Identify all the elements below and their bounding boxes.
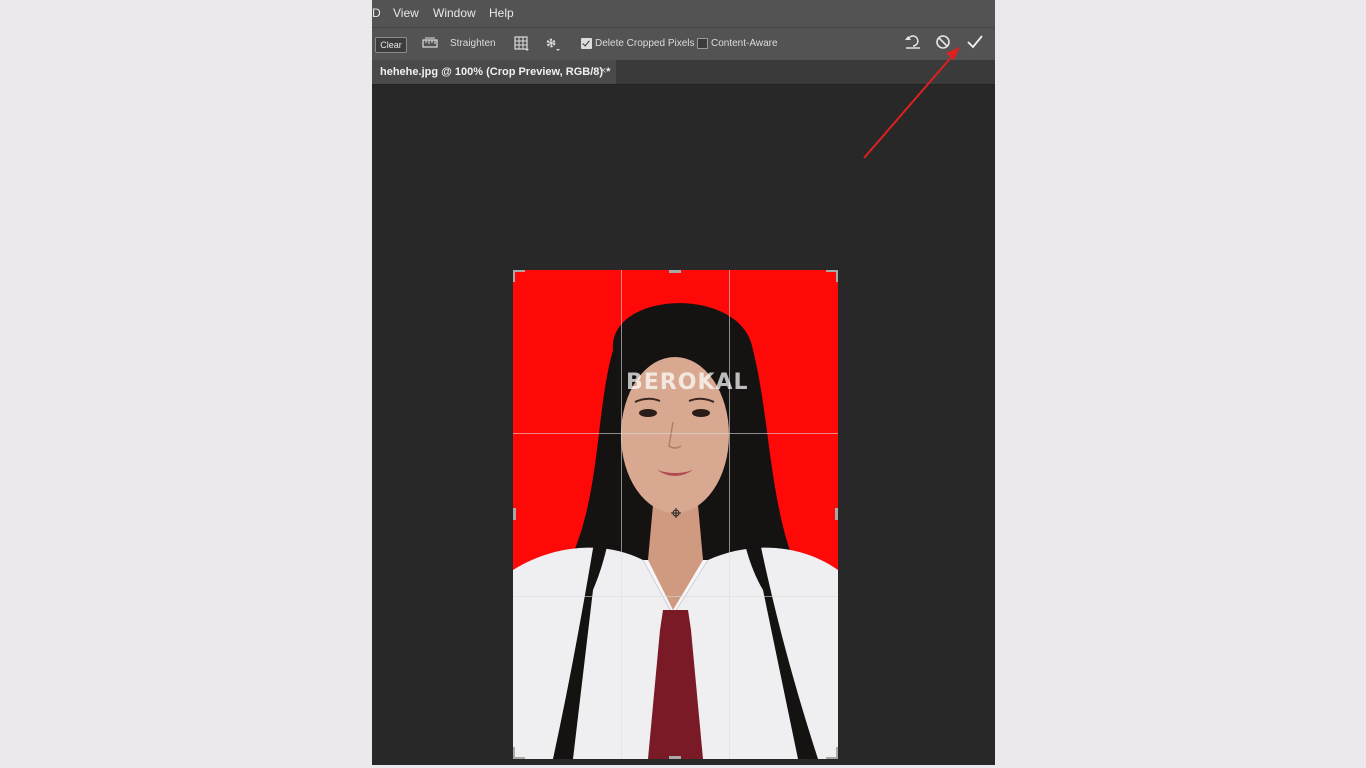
canvas-area[interactable]: BEROKAL bbox=[372, 85, 995, 765]
menu-bar: D View Window Help bbox=[372, 0, 995, 27]
settings-gear-icon[interactable] bbox=[544, 36, 562, 55]
crop-preview-photo[interactable]: BEROKAL bbox=[513, 270, 838, 759]
delete-cropped-pixels-label[interactable]: Delete Cropped Pixels bbox=[595, 38, 695, 49]
straighten-icon[interactable] bbox=[422, 37, 438, 52]
content-aware-checkbox[interactable] bbox=[697, 38, 708, 49]
menu-item-help[interactable]: Help bbox=[489, 6, 514, 20]
watermark-text: BEROKAL bbox=[626, 370, 749, 395]
menu-item-cut[interactable]: D bbox=[372, 6, 381, 20]
straighten-label[interactable]: Straighten bbox=[450, 38, 496, 49]
content-aware-label[interactable]: Content-Aware bbox=[711, 38, 778, 49]
red-arrow-annotation bbox=[863, 47, 960, 159]
crop-center-target-icon bbox=[671, 508, 681, 518]
menu-item-window[interactable]: Window bbox=[433, 6, 476, 20]
document-tab[interactable]: hehehe.jpg @ 100% (Crop Preview, RGB/8) … bbox=[372, 60, 616, 84]
clear-button[interactable]: Clear bbox=[375, 37, 407, 53]
document-tab-title: hehehe.jpg @ 100% (Crop Preview, RGB/8) … bbox=[380, 66, 611, 78]
menu-item-view[interactable]: View bbox=[393, 6, 419, 20]
grid-overlay-icon[interactable] bbox=[513, 36, 531, 55]
delete-cropped-pixels-checkbox[interactable] bbox=[581, 38, 592, 49]
photoshop-window: D View Window Help Clear Straighten Dele… bbox=[372, 0, 995, 765]
close-tab-icon[interactable]: × bbox=[600, 65, 606, 77]
